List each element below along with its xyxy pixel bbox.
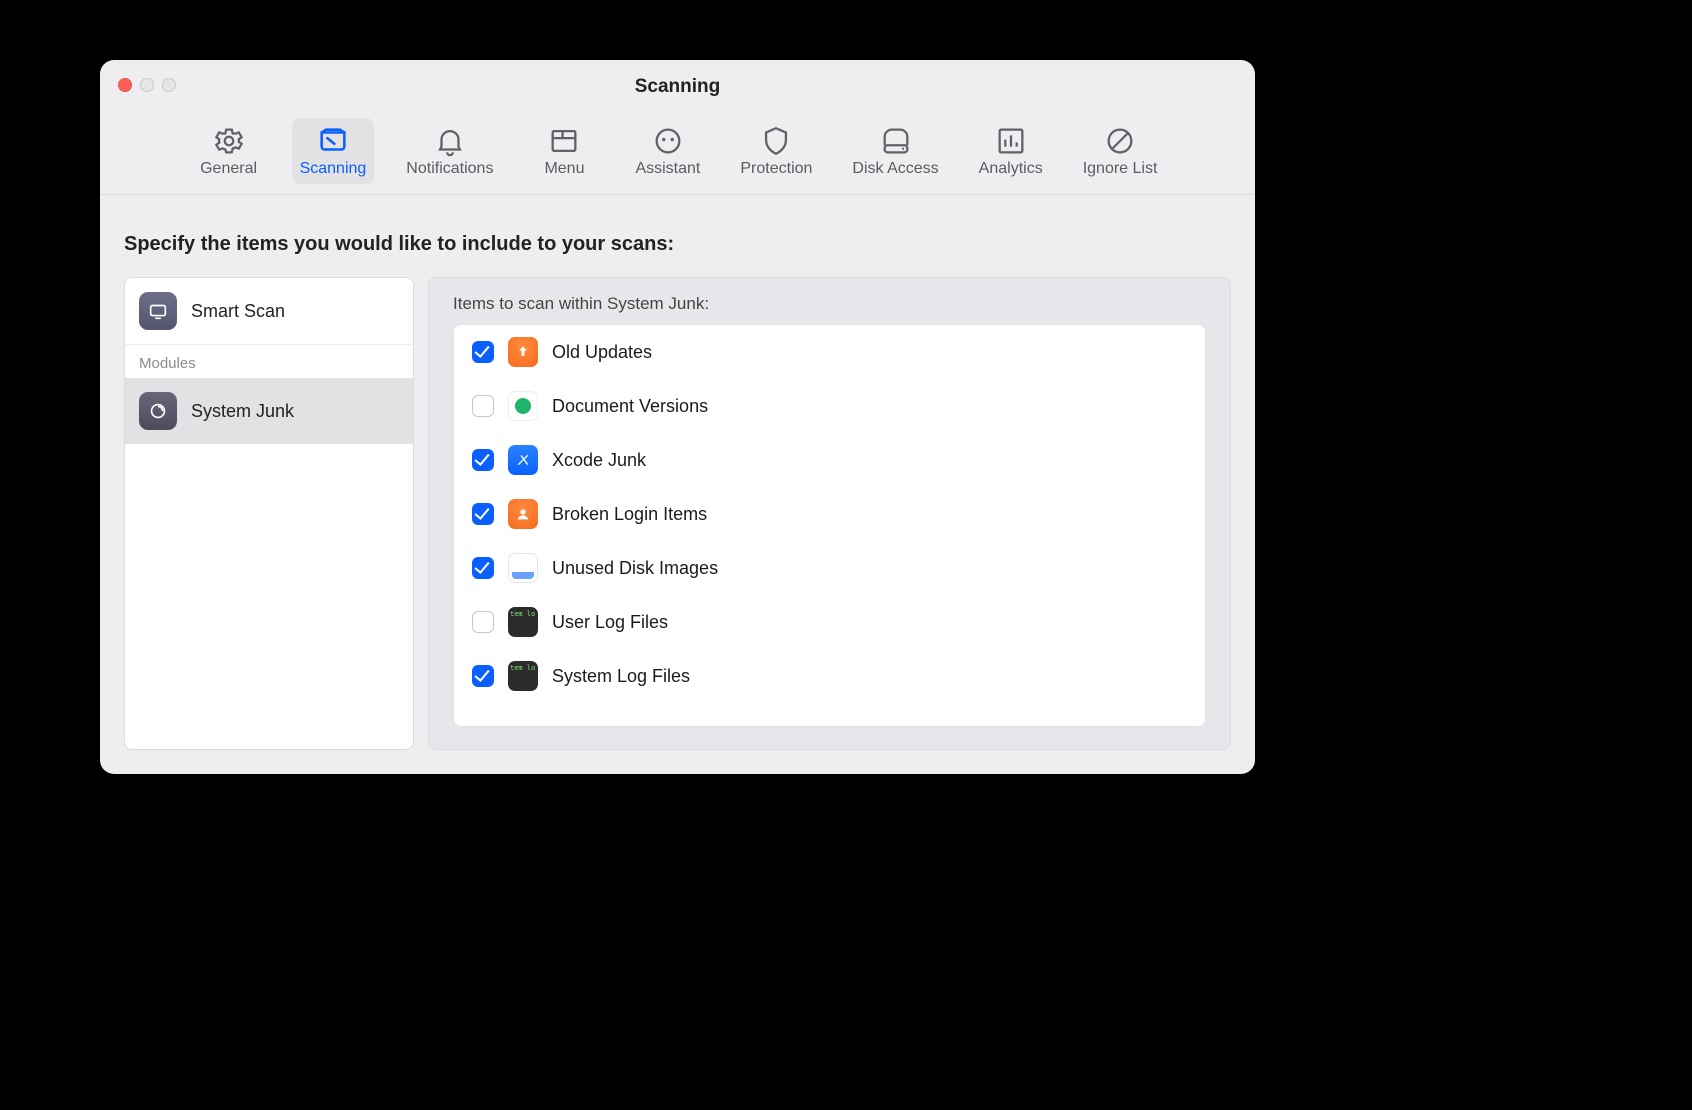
scan-item-unused-disk-images[interactable]: Unused Disk Images: [454, 541, 1205, 595]
tab-notifications[interactable]: Notifications: [398, 118, 501, 184]
preferences-toolbar: General Scanning Notifications Menu Assi…: [100, 116, 1255, 195]
tab-label: Analytics: [979, 160, 1043, 178]
old-updates-icon: [508, 337, 538, 367]
checkbox[interactable]: [472, 611, 494, 633]
scan-item-label: System Log Files: [552, 666, 690, 687]
shield-icon: [759, 124, 793, 158]
tab-analytics[interactable]: Analytics: [971, 118, 1051, 184]
system-log-icon: [508, 661, 538, 691]
tab-assistant[interactable]: Assistant: [627, 118, 708, 184]
scan-item-xcode-junk[interactable]: Xcode Junk: [454, 433, 1205, 487]
tab-general[interactable]: General: [190, 118, 268, 184]
tab-label: General: [200, 160, 257, 178]
barchart-icon: [994, 124, 1028, 158]
xcode-junk-icon: [508, 445, 538, 475]
scan-item-label: Broken Login Items: [552, 504, 707, 525]
tab-protection[interactable]: Protection: [732, 118, 820, 184]
sidebar-item-smart-scan[interactable]: Smart Scan: [125, 278, 413, 344]
scan-item-old-updates[interactable]: Old Updates: [454, 325, 1205, 379]
tab-label: Menu: [544, 160, 584, 178]
sidebar: Smart Scan Modules System Junk: [124, 277, 414, 750]
tab-label: Assistant: [635, 160, 700, 178]
section-heading: Specify the items you would like to incl…: [124, 233, 674, 256]
gear-icon: [212, 124, 246, 158]
tab-label: Protection: [740, 160, 812, 178]
scan-item-label: Unused Disk Images: [552, 558, 718, 579]
face-icon: [651, 124, 685, 158]
ban-icon: [1103, 124, 1137, 158]
sidebar-item-label: Smart Scan: [191, 301, 285, 322]
disk-image-icon: [508, 553, 538, 583]
checkbox[interactable]: [472, 449, 494, 471]
scan-item-broken-login[interactable]: Broken Login Items: [454, 487, 1205, 541]
tab-label: Notifications: [406, 160, 493, 178]
tab-label: Ignore List: [1083, 160, 1158, 178]
preferences-window: Scanning General Scanning Notifications …: [100, 60, 1255, 774]
scan-items-list[interactable]: Old Updates Document Versions: [453, 324, 1206, 727]
tab-scanning[interactable]: Scanning: [292, 118, 375, 184]
bell-icon: [433, 124, 467, 158]
systemjunk-icon: [139, 392, 177, 430]
checkbox[interactable]: [472, 665, 494, 687]
user-log-icon: [508, 607, 538, 637]
scan-item-label: Document Versions: [552, 396, 708, 417]
monitor-icon: [316, 124, 350, 158]
checkbox[interactable]: [472, 341, 494, 363]
scan-item-system-log-files[interactable]: System Log Files: [454, 649, 1205, 703]
tab-disk-access[interactable]: Disk Access: [844, 118, 946, 184]
document-versions-icon: [508, 391, 538, 421]
tab-menu[interactable]: Menu: [525, 118, 603, 184]
scan-item-label: Old Updates: [552, 342, 652, 363]
sidebar-item-system-junk[interactable]: System Junk: [125, 378, 413, 444]
scan-item-label: User Log Files: [552, 612, 668, 633]
checkbox[interactable]: [472, 557, 494, 579]
tab-label: Disk Access: [852, 160, 938, 178]
layout-icon: [547, 124, 581, 158]
checkbox[interactable]: [472, 503, 494, 525]
tab-label: Scanning: [300, 160, 367, 178]
tab-ignore-list[interactable]: Ignore List: [1075, 118, 1166, 184]
smartscan-icon: [139, 292, 177, 330]
scan-item-document-versions[interactable]: Document Versions: [454, 379, 1205, 433]
sidebar-section-header: Modules: [125, 344, 413, 378]
checkbox[interactable]: [472, 395, 494, 417]
panel-heading: Items to scan within System Junk:: [429, 278, 1230, 324]
sidebar-item-label: System Junk: [191, 401, 294, 422]
scan-item-label: Xcode Junk: [552, 450, 646, 471]
titlebar[interactable]: Scanning: [100, 60, 1255, 116]
disk-icon: [879, 124, 913, 158]
broken-login-icon: [508, 499, 538, 529]
detail-panel: Items to scan within System Junk: Old Up…: [428, 277, 1231, 750]
window-title: Scanning: [100, 76, 1255, 98]
scan-item-user-log-files[interactable]: User Log Files: [454, 595, 1205, 649]
